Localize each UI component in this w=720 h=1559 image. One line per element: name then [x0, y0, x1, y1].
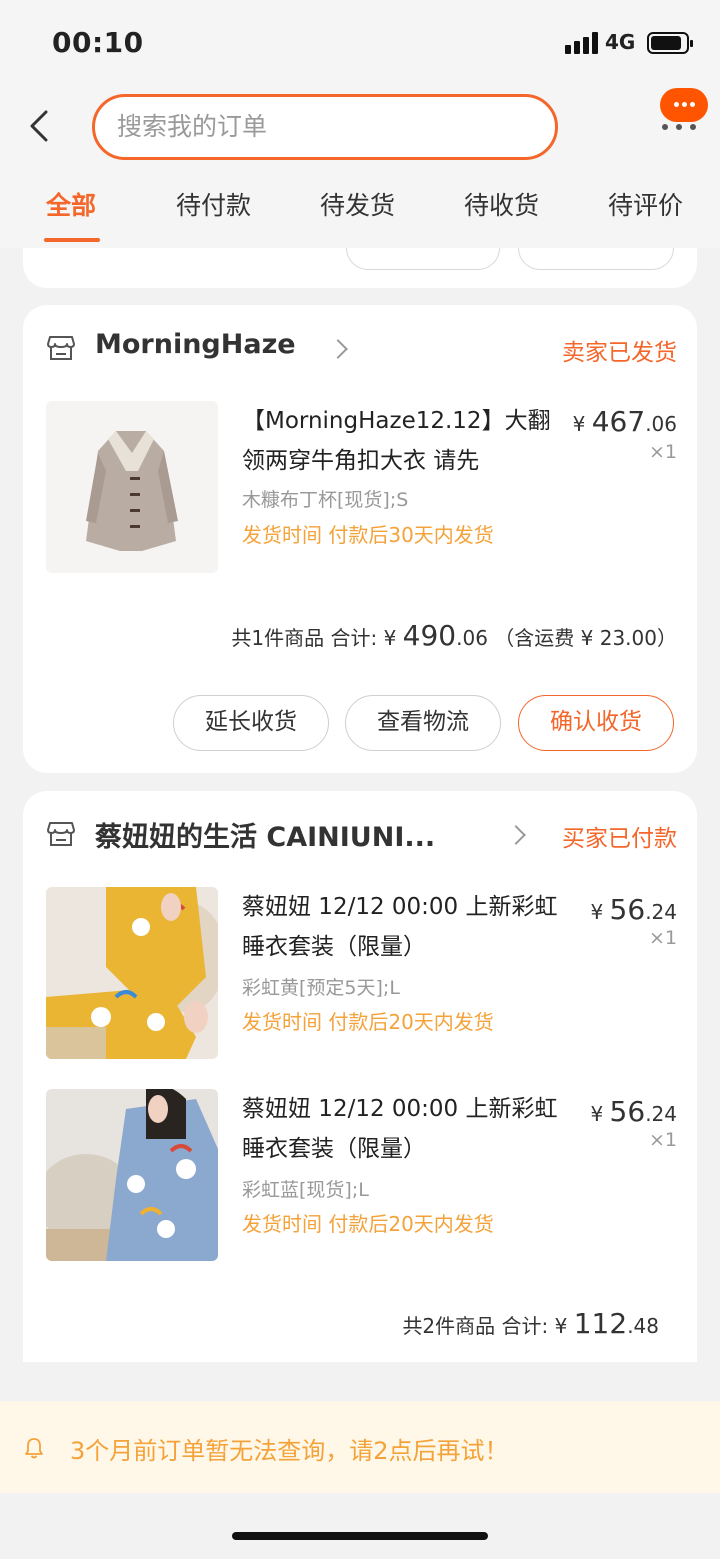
network-type: 4G	[605, 30, 636, 54]
total-decimal: .48	[627, 1314, 659, 1338]
order-card: MorningHaze 卖家已发货 【MorningHaze12.12】大翻领两…	[23, 305, 697, 773]
price-integer: 467	[591, 405, 646, 438]
currency-symbol: ¥	[554, 1314, 568, 1338]
product-quantity: ×1	[648, 927, 677, 949]
shipping-fee: （含运费 ¥ 23.00）	[494, 626, 677, 650]
product-image[interactable]	[46, 401, 218, 573]
item-count: 共1件商品	[231, 626, 325, 650]
back-icon[interactable]	[22, 106, 62, 146]
product-title[interactable]: 蔡妞妞 12/12 00:00 上新彩虹睡衣套装（限量）	[242, 1089, 562, 1169]
tab-pending-shipment[interactable]: 待发货	[320, 186, 395, 222]
product-quantity: ×1	[648, 1129, 677, 1151]
shop-row[interactable]: MorningHaze 卖家已发货	[47, 329, 677, 369]
active-tab-indicator	[44, 238, 100, 242]
battery-icon	[647, 32, 693, 54]
product-quantity: ×1	[648, 441, 677, 463]
product-price: ¥ 56.24	[590, 1095, 677, 1128]
previous-order-button[interactable]	[346, 248, 500, 270]
product-title[interactable]: 蔡妞妞 12/12 00:00 上新彩虹睡衣套装（限量）	[242, 887, 562, 967]
ship-time: 发货时间 付款后30天内发货	[242, 523, 494, 547]
price-decimal: .24	[645, 900, 677, 924]
more-dots-icon	[660, 124, 700, 130]
price-integer: 56	[609, 1095, 646, 1128]
total-integer: 112	[573, 1307, 628, 1340]
total-label: 合计:	[330, 626, 378, 650]
shop-row[interactable]: 蔡妞妞的生活 CAINIUNI... 买家已付款	[47, 815, 677, 855]
previous-order-card	[23, 248, 697, 288]
blue-pajamas-image	[46, 1089, 218, 1261]
home-indicator[interactable]	[232, 1532, 488, 1540]
ship-time: 发货时间 付款后20天内发货	[242, 1010, 494, 1034]
product-sku: 木糠布丁杯[现货];S	[242, 489, 409, 511]
notice-text: 3个月前订单暂无法查询，请2点后再试！	[70, 1437, 509, 1465]
status-time: 00:10	[52, 26, 144, 59]
more-menu-button[interactable]	[656, 88, 712, 144]
shop-name: 蔡妞妞的生活 CAINIUNI...	[95, 822, 436, 853]
order-status: 卖家已发货	[562, 340, 677, 366]
total-label: 合计:	[501, 1314, 549, 1338]
extend-receipt-button[interactable]: 延长收货	[173, 695, 329, 751]
product-image[interactable]	[46, 887, 218, 1059]
chevron-right-icon	[506, 825, 526, 845]
product-price: ¥ 56.24	[590, 893, 677, 926]
product-title[interactable]: 【MorningHaze12.12】大翻领两穿牛角扣大衣 请先	[242, 401, 562, 481]
price-decimal: .24	[645, 1102, 677, 1126]
bell-icon	[25, 1438, 43, 1459]
price-integer: 56	[609, 893, 646, 926]
signal-icon	[565, 32, 599, 54]
status-bar: 00:10 4G	[0, 0, 720, 88]
store-icon	[47, 336, 75, 360]
ship-time: 发货时间 付款后20天内发货	[242, 1212, 494, 1236]
item-count: 共2件商品	[402, 1314, 496, 1338]
product-sku: 彩虹黄[预定5天];L	[242, 977, 400, 999]
order-tabs: 全部 待付款 待发货 待收货 待评价	[0, 186, 720, 248]
currency-symbol: ¥	[590, 1102, 604, 1126]
previous-order-button[interactable]	[518, 248, 674, 270]
product-price: ¥ 467.06	[573, 405, 677, 438]
store-icon	[47, 822, 75, 846]
header: 搜索我的订单 全部 待付款 待发货 待收货 待评价	[0, 88, 720, 248]
product-sku: 彩虹蓝[现货];L	[242, 1179, 369, 1201]
coat-image	[46, 401, 218, 573]
total-decimal: .06	[456, 626, 488, 650]
currency-symbol: ¥	[572, 412, 586, 436]
search-input[interactable]: 搜索我的订单	[92, 94, 558, 160]
order-status: 买家已付款	[562, 826, 677, 852]
view-logistics-button[interactable]: 查看物流	[345, 695, 501, 751]
tab-all[interactable]: 全部	[46, 186, 96, 222]
message-bubble-icon	[660, 88, 708, 122]
tab-pending-review[interactable]: 待评价	[608, 186, 683, 222]
yellow-pajamas-image	[46, 887, 218, 1059]
product-image[interactable]	[46, 1089, 218, 1261]
confirm-receipt-button[interactable]: 确认收货	[518, 695, 674, 751]
chevron-right-icon	[328, 339, 348, 359]
price-decimal: .06	[645, 412, 677, 436]
currency-symbol: ¥	[383, 626, 397, 650]
tab-pending-payment[interactable]: 待付款	[176, 186, 251, 222]
shop-name: MorningHaze	[95, 329, 296, 360]
order-total: 共1件商品 合计: ¥ 490.06 （含运费 ¥ 23.00）	[231, 619, 677, 652]
order-total: 共2件商品 合计: ¥ 112.48	[402, 1307, 659, 1340]
notice-bar: 3个月前订单暂无法查询，请2点后再试！	[0, 1401, 720, 1493]
total-integer: 490	[402, 619, 457, 652]
currency-symbol: ¥	[590, 900, 604, 924]
tab-pending-receipt[interactable]: 待收货	[464, 186, 539, 222]
order-card: 蔡妞妞的生活 CAINIUNI... 买家已付款 蔡妞妞 12/12 00:00…	[23, 791, 697, 1362]
